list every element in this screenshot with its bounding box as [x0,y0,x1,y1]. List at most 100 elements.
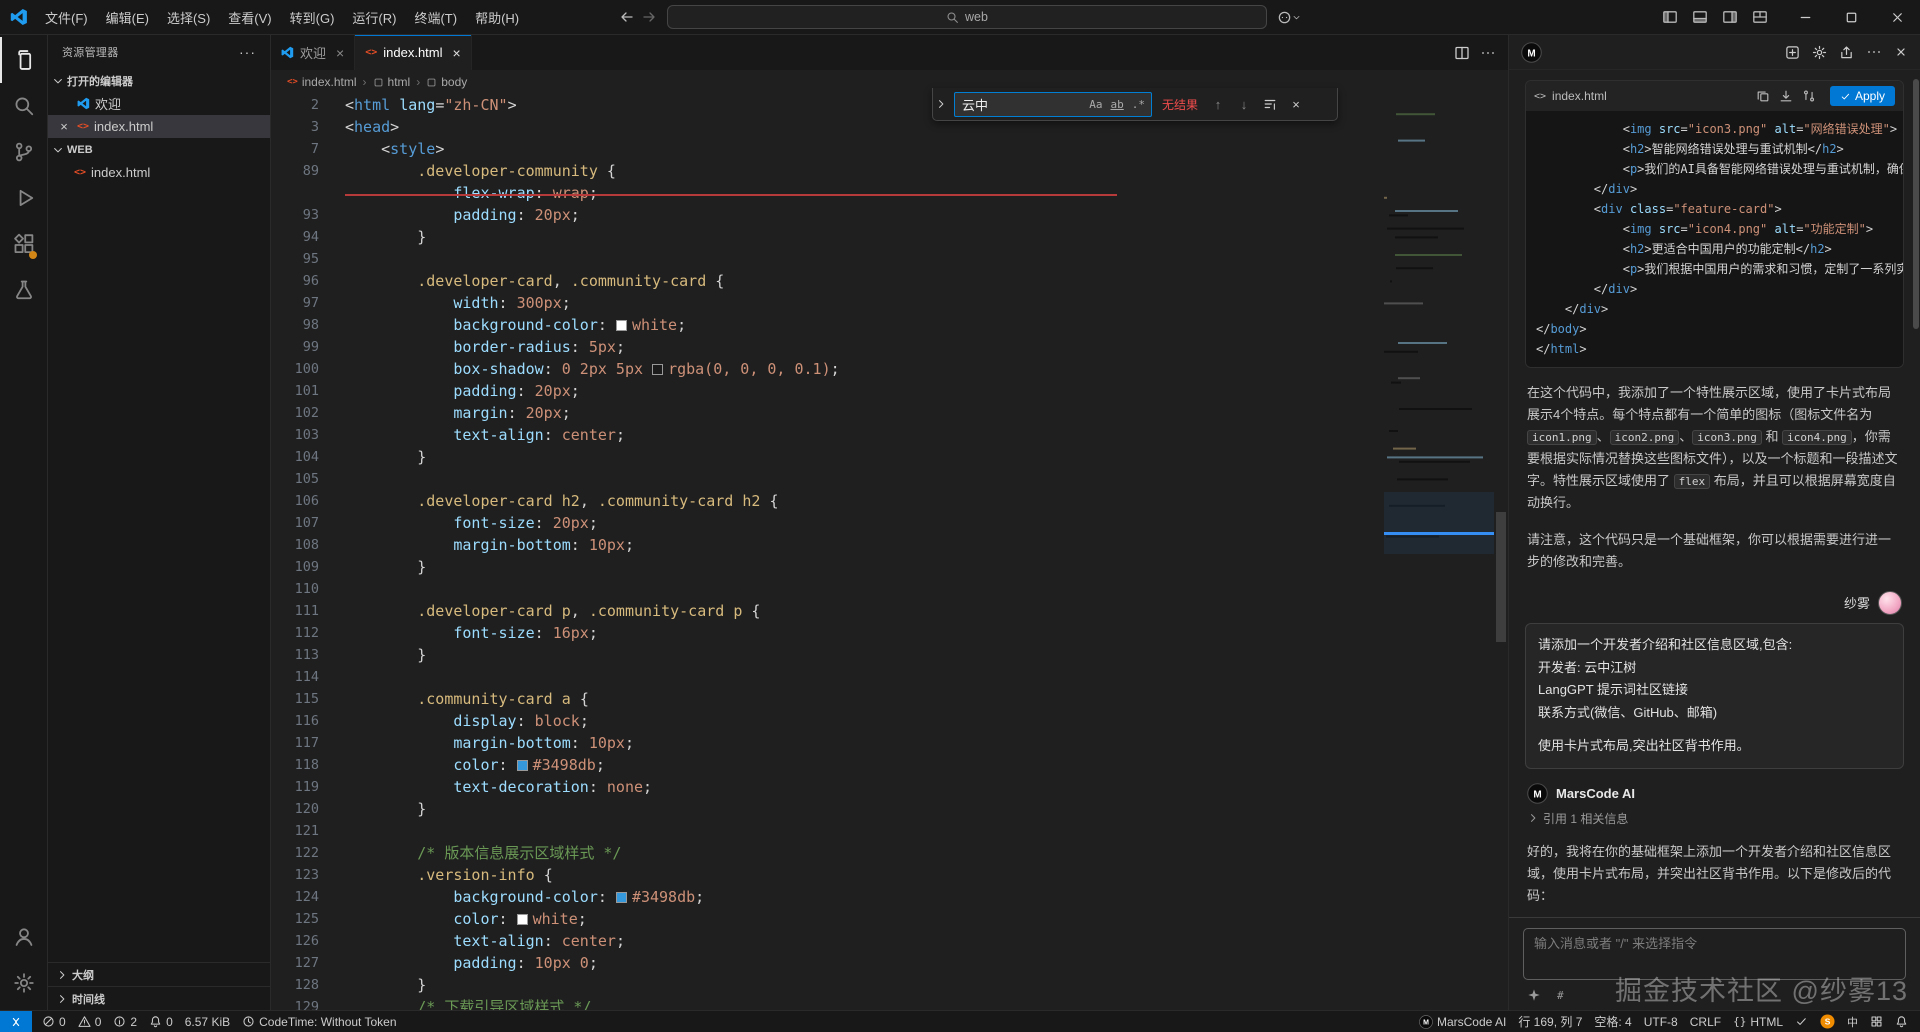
close-icon[interactable] [1894,44,1908,60]
line-number[interactable]: 114 [271,666,319,688]
open-editor-item[interactable]: ×<>index.html [48,115,270,138]
menu-item[interactable]: 选择(S) [158,4,219,31]
line-number[interactable]: 129 [271,996,319,1010]
line-number[interactable]: 104 [271,446,319,468]
gear-icon[interactable] [1812,44,1827,60]
line-number[interactable]: 103 [271,424,319,446]
toggle-panel-icon[interactable] [1686,4,1714,30]
back-icon[interactable] [619,9,635,25]
code-line[interactable]: 107 font-size: 20px; [271,512,1508,534]
format-status[interactable] [1789,1011,1814,1032]
codetime-status[interactable]: CodeTime: Without Token [236,1011,402,1032]
split-editor-icon[interactable] [1454,45,1470,61]
code-line[interactable]: 119 text-decoration: none; [271,776,1508,798]
line-number[interactable]: 93 [271,204,319,226]
code-line[interactable]: 127 padding: 10px 0; [271,952,1508,974]
code-line[interactable]: 128 } [271,974,1508,996]
line-number[interactable]: 2 [271,94,319,116]
line-number[interactable]: 125 [271,908,319,930]
test-flask-button[interactable] [0,267,47,313]
search-button[interactable] [0,83,47,129]
line-number[interactable]: 128 [271,974,319,996]
code-line[interactable]: flex-wrap: wrap; [271,182,1508,204]
close-icon[interactable]: × [1286,97,1306,112]
line-number[interactable]: 120 [271,798,319,820]
code-line[interactable]: 89 .developer-community { [271,160,1508,182]
line-number[interactable]: 109 [271,556,319,578]
menu-item[interactable]: 转到(G) [281,4,344,31]
code-line[interactable]: 104 } [271,446,1508,468]
line-number[interactable]: 102 [271,402,319,424]
customize-layout-icon[interactable] [1746,4,1774,30]
close-window-icon[interactable] [1874,0,1920,35]
code-editor[interactable]: 2<html lang="zh-CN">3<head>7 <style>89 .… [271,94,1508,1010]
forward-icon[interactable] [641,9,657,25]
code-line[interactable]: 122 /* 版本信息展示区域样式 */ [271,842,1508,864]
find-input[interactable]: 云中Aaab.* [954,92,1152,117]
minimap[interactable] [1384,94,1494,1010]
scrollbar-thumb[interactable] [1496,512,1506,642]
code-line[interactable]: 7 <style> [271,138,1508,160]
assistant-icon[interactable] [1277,10,1301,25]
line-number[interactable]: 95 [271,248,319,270]
prev-match-icon[interactable]: ↑ [1208,97,1228,112]
code-line[interactable]: 121 [271,820,1508,842]
line-number[interactable]: 119 [271,776,319,798]
code-line[interactable]: 108 margin-bottom: 10px; [271,534,1508,556]
copy-icon[interactable] [1756,89,1770,103]
code-line[interactable]: 114 [271,666,1508,688]
line-number[interactable]: 113 [271,644,319,666]
line-number[interactable]: 118 [271,754,319,776]
breadcrumb-item[interactable]: body [426,75,467,89]
source-control-button[interactable] [0,129,47,175]
code-line[interactable]: 118 color: #3498db; [271,754,1508,776]
reference-row[interactable]: 引用 1 相关信息 [1527,810,1902,827]
code-line[interactable]: 115 .community-card a { [271,688,1508,710]
line-number[interactable]: 94 [271,226,319,248]
warnings-status[interactable]: 0 [72,1011,108,1032]
line-number[interactable]: 117 [271,732,319,754]
code-line[interactable]: 126 text-align: center; [271,930,1508,952]
minimize-icon[interactable] [1782,0,1828,35]
sparkle-icon[interactable] [1527,988,1541,1002]
line-number[interactable]: 107 [271,512,319,534]
folder-section-header[interactable]: WEB [48,138,270,161]
close-icon[interactable]: × [336,45,344,61]
line-number[interactable]: 96 [271,270,319,292]
extensions-button[interactable] [0,221,47,267]
apply-button[interactable]: Apply [1830,86,1895,106]
language-status[interactable]: {}HTML [1727,1011,1789,1032]
code-line[interactable]: 103 text-align: center; [271,424,1508,446]
line-number[interactable]: 105 [271,468,319,490]
line-number[interactable]: 115 [271,688,319,710]
editor-tab[interactable]: 欢迎× [271,35,355,70]
code-line[interactable]: 96 .developer-card, .community-card { [271,270,1508,292]
menu-item[interactable]: 帮助(H) [466,4,528,31]
menu-item[interactable]: 终端(T) [405,4,466,31]
new-chat-icon[interactable] [1785,44,1800,60]
editor-tab[interactable]: <>index.html× [355,35,471,70]
code-line[interactable]: 93 padding: 20px; [271,204,1508,226]
chat-input-box[interactable] [1523,928,1906,980]
breadcrumb-item[interactable]: html [373,75,411,89]
marscode-status[interactable]: MMarsCode AI [1413,1011,1512,1032]
line-number[interactable]: 108 [271,534,319,556]
line-number[interactable]: 7 [271,138,319,160]
code-line[interactable]: 101 padding: 20px; [271,380,1508,402]
file-tree-item[interactable]: <>index.html [48,161,270,184]
line-number[interactable]: 127 [271,952,319,974]
code-line[interactable]: 95 [271,248,1508,270]
line-number[interactable]: 99 [271,336,319,358]
layout-grid-status[interactable] [1864,1011,1889,1032]
menu-item[interactable]: 运行(R) [343,4,405,31]
cursor-position-status[interactable]: 行 169, 列 7 [1512,1011,1588,1032]
code-line[interactable]: 123 .version-info { [271,864,1508,886]
juejin-status[interactable]: S [1814,1011,1841,1032]
eol-status[interactable]: CRLF [1684,1011,1727,1032]
line-number[interactable]: 123 [271,864,319,886]
code-line[interactable]: 100 box-shadow: 0 2px 5px rgba(0, 0, 0, … [271,358,1508,380]
line-number[interactable]: 116 [271,710,319,732]
diff-icon[interactable] [1802,89,1816,103]
whole-word-icon[interactable]: ab [1108,97,1127,112]
menu-item[interactable]: 文件(F) [36,4,97,31]
